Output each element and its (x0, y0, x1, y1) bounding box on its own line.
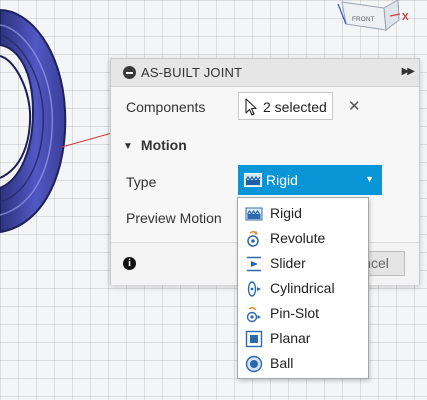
clear-selection-icon[interactable]: ✕ (348, 97, 361, 115)
dropdown-option-planar[interactable]: Planar (238, 326, 368, 351)
cylindrical-icon (247, 281, 261, 297)
dropdown-option-label: Pin-Slot (270, 305, 320, 321)
chevron-down-icon: ▼ (365, 174, 374, 184)
viewcube-x-label: X (402, 12, 409, 23)
slider-icon (247, 256, 261, 272)
motion-section-label: Motion (140, 137, 187, 153)
dropdown-option-label: Ball (270, 355, 294, 371)
dropdown-option-ball[interactable]: Ball (238, 351, 368, 376)
dropdown-option-revolute[interactable]: Revolute (238, 226, 368, 251)
rigid-icon (244, 173, 262, 187)
preview-motion-label: Preview Motion (126, 210, 222, 226)
components-label: Components (126, 99, 206, 115)
components-selected-count: 2 selected (263, 99, 327, 115)
dropdown-option-label: Planar (270, 330, 311, 346)
planar-icon (245, 330, 263, 348)
type-dropdown[interactable]: Rigid ▼ (238, 165, 382, 195)
pin-slot-icon (246, 307, 261, 323)
dialog-header[interactable]: AS-BUILT JOINT ▶▶ (111, 59, 419, 87)
rigid-icon (245, 207, 263, 221)
motion-section-header[interactable]: ▼ Motion (123, 137, 187, 153)
ball-icon (245, 355, 263, 373)
viewcube-face-label: FRONT (352, 16, 374, 23)
type-selected-value: Rigid (266, 172, 298, 188)
cursor-arrow-icon (245, 98, 257, 116)
dropdown-option-pin-slot[interactable]: Pin-Slot (238, 301, 368, 326)
dropdown-option-label: Rigid (270, 205, 302, 221)
collapse-minus-icon[interactable] (123, 66, 136, 79)
dropdown-option-label: Cylindrical (270, 280, 335, 296)
collapse-triangle-icon: ▼ (123, 141, 133, 152)
components-selection-field[interactable]: 2 selected (238, 92, 333, 120)
revolute-icon (247, 230, 259, 247)
dropdown-option-label: Slider (270, 255, 306, 271)
dropdown-option-slider[interactable]: Slider (238, 251, 368, 276)
dropdown-option-label: Revolute (270, 230, 326, 246)
type-label: Type (126, 174, 157, 190)
expand-double-arrow-icon[interactable]: ▶▶ (402, 66, 415, 77)
dialog-title: AS-BUILT JOINT (141, 65, 243, 80)
view-cube[interactable]: FRONT X (336, 0, 427, 34)
dropdown-option-rigid[interactable]: Rigid (238, 201, 368, 226)
joint-type-dropdown-list: Rigid Revolute Slider Cylindrical Pin-Sl… (237, 197, 369, 379)
dropdown-option-cylindrical[interactable]: Cylindrical (238, 276, 368, 301)
info-icon[interactable]: i (123, 257, 136, 270)
